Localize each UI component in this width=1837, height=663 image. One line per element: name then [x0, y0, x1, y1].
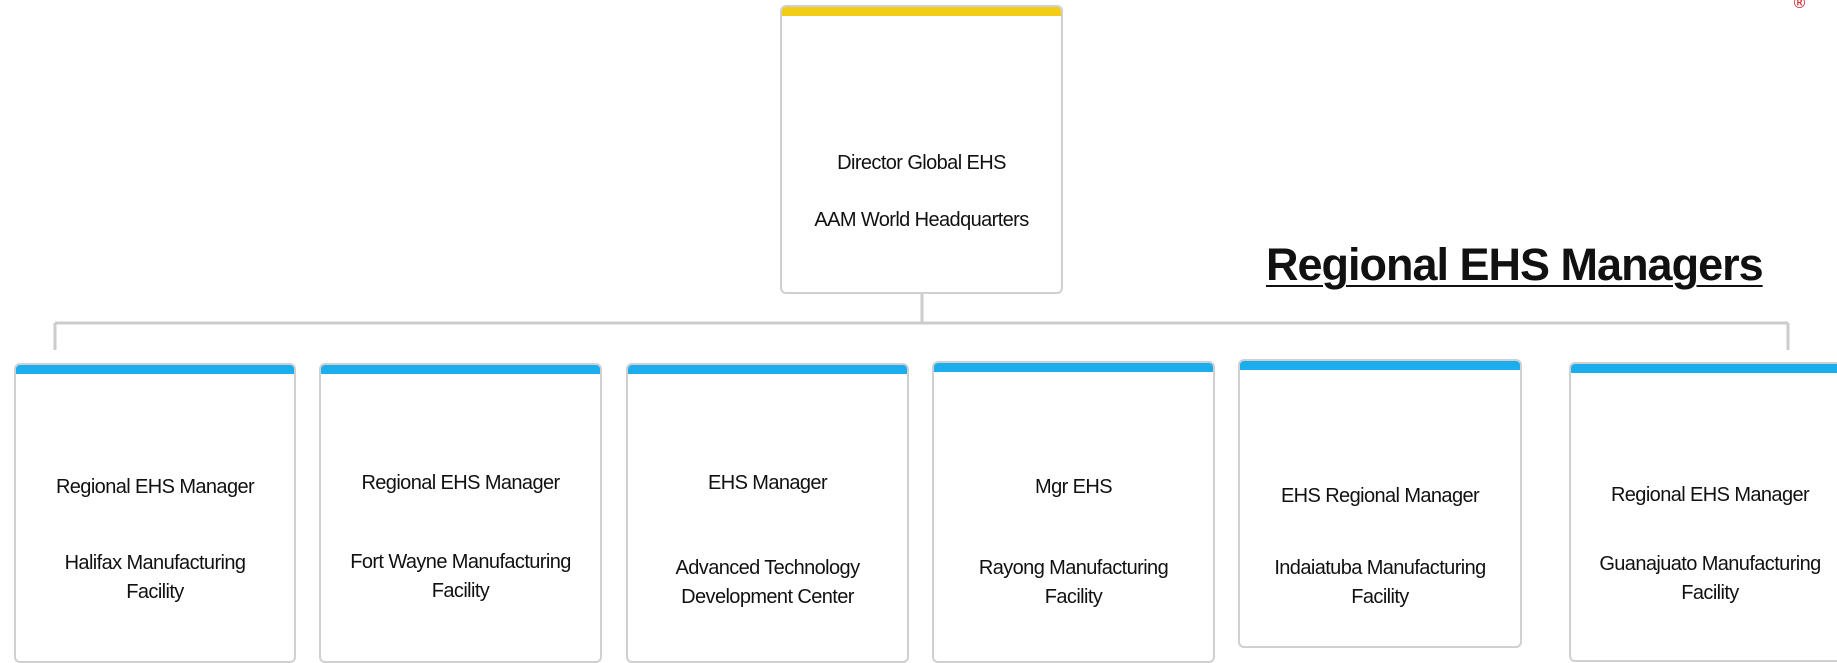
- region-location-line1: Halifax Manufacturing: [64, 552, 246, 574]
- director-node: Director Global EHS AAM World Headquarte…: [780, 5, 1063, 294]
- region-location-line2: Facility: [1044, 586, 1103, 608]
- region-location-line2: Development Center: [681, 586, 854, 608]
- region-title: EHS Regional Manager: [1280, 485, 1480, 507]
- region-location-line2: Facility: [126, 581, 184, 603]
- region-title: Regional EHS Manager: [55, 476, 255, 498]
- region-accent-bar: [1571, 364, 1837, 373]
- region-node-advanced-technology: EHS Manager Advanced Technology Developm…: [626, 363, 909, 663]
- region-node-indaiatuba: EHS Regional Manager Indaiatuba Manufact…: [1238, 359, 1522, 648]
- region-node-rayong: Mgr EHS Rayong Manufacturing Facility: [932, 361, 1215, 663]
- registered-trademark-mark: ®: [1792, 0, 1807, 12]
- director-title: Director Global EHS: [837, 152, 1006, 174]
- region-title: Mgr EHS: [1035, 476, 1113, 498]
- region-node-guanajuato: Regional EHS Manager Guanajuato Manufact…: [1569, 362, 1837, 662]
- region-location-line1: Guanajuato Manufacturing: [1599, 553, 1821, 575]
- region-location-line2: Facility: [431, 580, 490, 602]
- region-accent-bar: [1240, 361, 1520, 370]
- region-title: Regional EHS Manager: [361, 472, 560, 494]
- region-title: Regional EHS Manager: [1610, 484, 1810, 506]
- region-location-line1: Advanced Technology: [675, 557, 861, 579]
- region-location-line1: Indaiatuba Manufacturing: [1274, 557, 1486, 579]
- region-location-line1: Fort Wayne Manufacturing: [350, 551, 571, 573]
- region-accent-bar: [934, 363, 1213, 372]
- director-location: AAM World Headquarters: [814, 209, 1029, 231]
- region-accent-bar: [16, 365, 294, 374]
- region-location-line2: Facility: [1351, 586, 1409, 608]
- region-title: EHS Manager: [707, 472, 828, 494]
- region-accent-bar: [321, 365, 600, 374]
- region-accent-bar: [628, 365, 907, 374]
- region-node-halifax: Regional EHS Manager Halifax Manufacturi…: [14, 363, 296, 663]
- region-node-fort-wayne: Regional EHS Manager Fort Wayne Manufact…: [319, 363, 602, 663]
- region-location-line1: Rayong Manufacturing: [978, 557, 1169, 579]
- region-location-line2: Facility: [1681, 582, 1739, 604]
- section-heading: Regional EHS Managers: [1266, 239, 1764, 290]
- director-accent-bar: [782, 7, 1061, 16]
